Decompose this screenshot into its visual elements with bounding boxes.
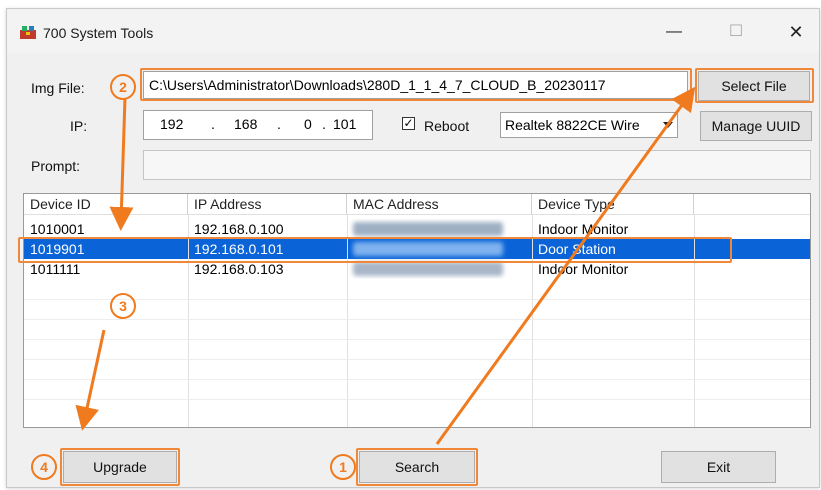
arrow-search-to-select-file [435, 86, 696, 445]
arrow-step3-to-upgrade [75, 329, 106, 431]
arrow-step2-to-row [109, 97, 134, 231]
instruction-arrows [75, 86, 696, 445]
